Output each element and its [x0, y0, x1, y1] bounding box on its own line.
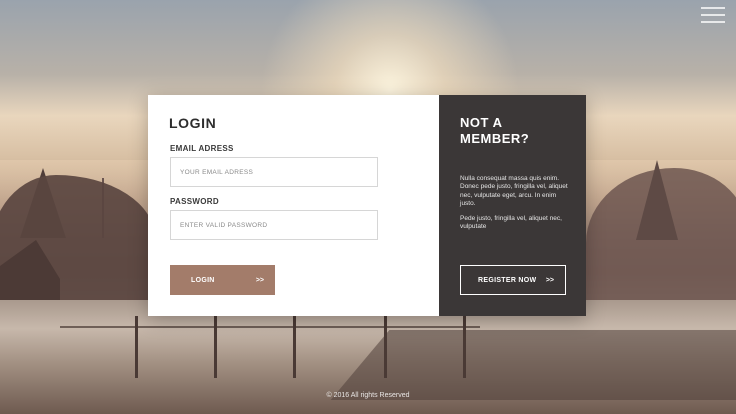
- login-button[interactable]: LOGIN >>: [170, 265, 275, 295]
- login-button-label: LOGIN: [191, 276, 215, 284]
- login-panel: LOGIN EMAIL ADRESS PASSWORD LOGIN >>: [148, 95, 439, 316]
- register-now-button[interactable]: REGISTER NOW >>: [460, 265, 566, 295]
- double-chevron-right-icon: >>: [255, 276, 264, 284]
- signup-panel: NOT A MEMBER? Nulla consequat massa quis…: [439, 95, 586, 316]
- signup-title: NOT A MEMBER?: [460, 115, 570, 147]
- email-label: EMAIL ADRESS: [170, 144, 234, 153]
- fence-post: [135, 316, 138, 378]
- auth-card: LOGIN EMAIL ADRESS PASSWORD LOGIN >> NOT…: [148, 95, 586, 316]
- login-title: LOGIN: [169, 115, 217, 131]
- password-field[interactable]: [170, 210, 378, 240]
- signup-paragraph-1: Nulla consequat massa quis enim. Donec p…: [460, 175, 568, 207]
- fence-post: [293, 316, 296, 378]
- password-label: PASSWORD: [170, 197, 219, 206]
- fence-post: [384, 316, 387, 378]
- fence-rail: [60, 326, 480, 328]
- signup-paragraph-2: Pede justo, fringilla vel, aliquet nec, …: [460, 215, 562, 231]
- menu-bar: [701, 7, 725, 9]
- register-button-label: REGISTER NOW: [478, 276, 537, 284]
- signup-title-line1: NOT A: [460, 115, 503, 130]
- footer-copyright: © 2016 All rights Reserved: [326, 392, 410, 399]
- fence-post: [463, 316, 466, 378]
- hamburger-menu-icon[interactable]: [701, 7, 725, 23]
- signup-title-line2: MEMBER?: [460, 131, 530, 146]
- dirt-path: [330, 330, 736, 400]
- email-field[interactable]: [170, 157, 378, 187]
- fence-post: [214, 316, 217, 378]
- menu-bar: [701, 21, 725, 23]
- menu-bar: [701, 14, 725, 16]
- double-chevron-right-icon: >>: [545, 276, 554, 284]
